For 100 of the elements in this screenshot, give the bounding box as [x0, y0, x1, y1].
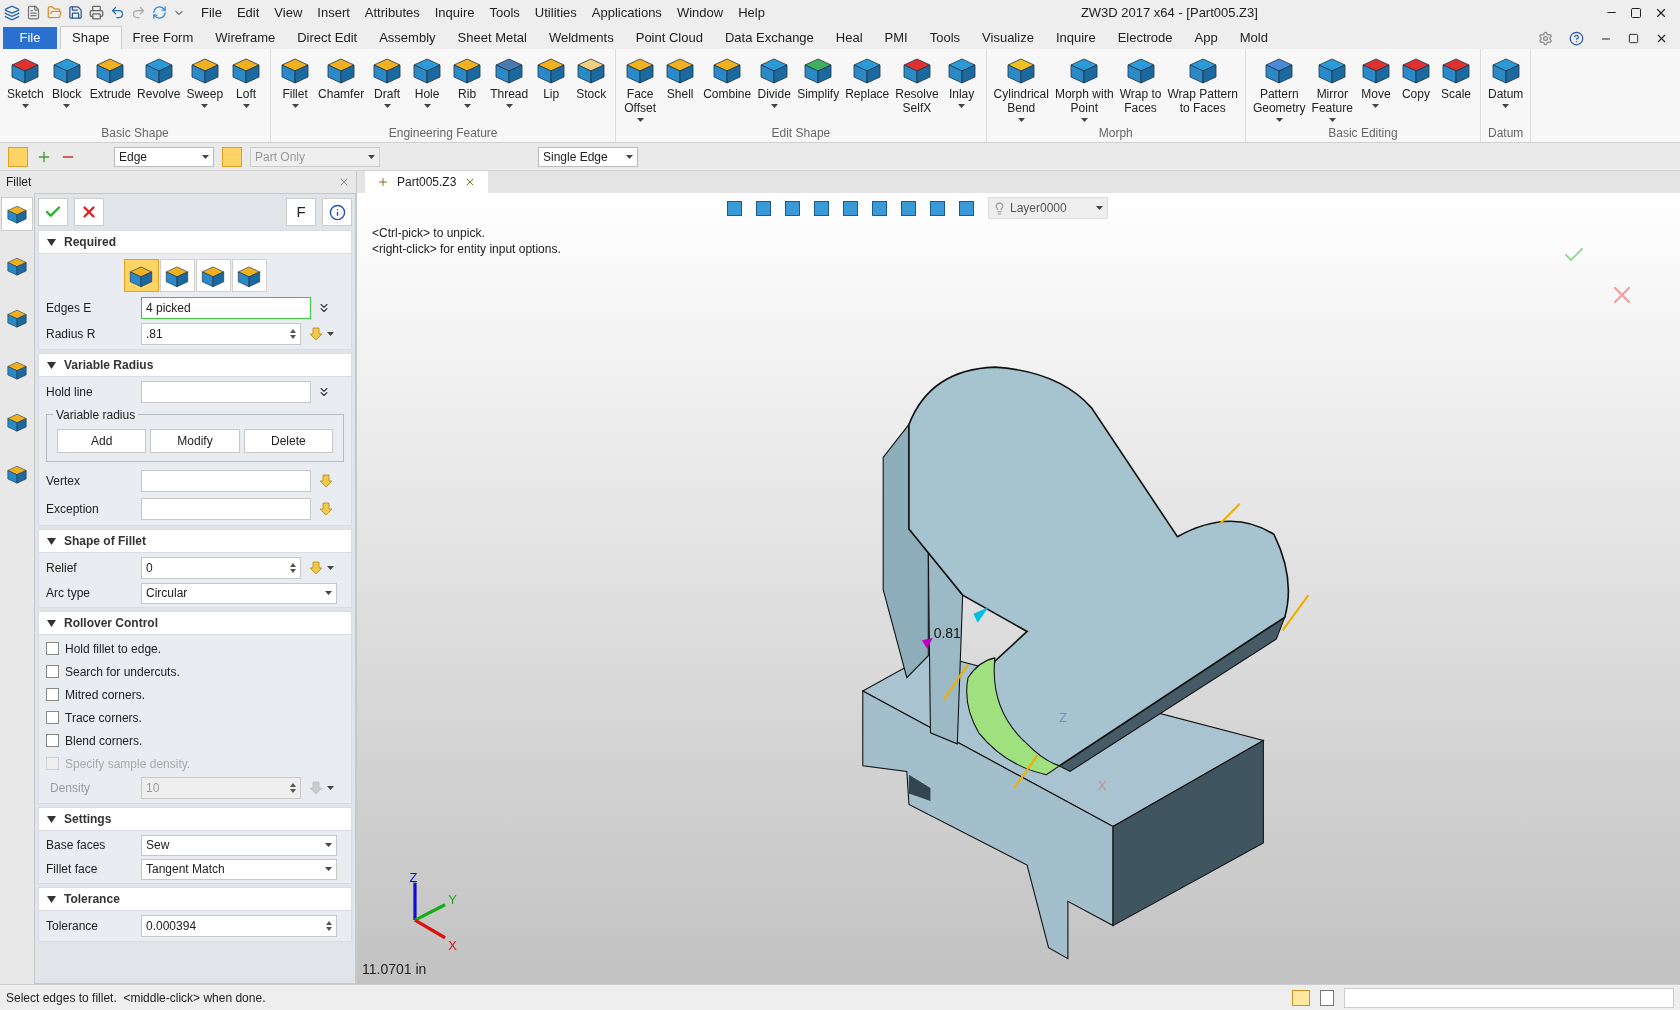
- spinner-arrows-icon[interactable]: [290, 562, 296, 574]
- document-tab[interactable]: Part005.Z3: [365, 171, 489, 193]
- ribbon-tab[interactable]: PMI: [873, 26, 919, 49]
- mode-button[interactable]: F: [286, 198, 316, 226]
- command-field[interactable]: [1344, 987, 1674, 1008]
- ribbon-tab[interactable]: Weldments: [537, 26, 625, 49]
- menu-item[interactable]: Help: [738, 2, 765, 23]
- ribbon-tab[interactable]: Shape: [60, 26, 122, 49]
- expand-icon[interactable]: [317, 385, 331, 399]
- close-icon[interactable]: [1655, 32, 1668, 45]
- checkbox[interactable]: [46, 665, 59, 678]
- restore-icon[interactable]: [1628, 33, 1639, 44]
- settings-icon[interactable]: [1538, 31, 1553, 46]
- ribbon-tool-button[interactable]: Cylindrical Bend: [990, 53, 1052, 123]
- ribbon-tool-button[interactable]: Face Offset: [620, 53, 661, 123]
- spinner-arrows-icon[interactable]: [290, 328, 296, 340]
- ok-button[interactable]: [38, 198, 68, 226]
- ribbon-tool-button[interactable]: Lip: [531, 53, 572, 123]
- text-field[interactable]: [141, 498, 311, 520]
- layer-dropdown[interactable]: Layer0000: [988, 197, 1108, 219]
- menu-item[interactable]: Window: [676, 2, 724, 23]
- text-field[interactable]: [141, 470, 311, 492]
- checkbox[interactable]: [46, 711, 59, 724]
- panel-button[interactable]: Delete: [243, 429, 333, 453]
- ribbon-tab[interactable]: Visualize: [971, 26, 1045, 49]
- menu-item[interactable]: Utilities: [534, 2, 577, 23]
- ribbon-tool-button[interactable]: Inlay: [941, 53, 982, 123]
- section-header[interactable]: Settings: [38, 807, 352, 831]
- ribbon-tool-button[interactable]: Revolve: [134, 53, 184, 123]
- ribbon-tool-button[interactable]: Draft: [367, 53, 408, 123]
- ribbon-tool-button[interactable]: Mirror Feature: [1308, 53, 1356, 123]
- ribbon-tool-button[interactable]: Replace: [842, 53, 893, 123]
- ribbon-tab[interactable]: Data Exchange: [713, 26, 825, 49]
- ribbon-tab[interactable]: Sheet Metal: [446, 26, 538, 49]
- checkbox[interactable]: [46, 642, 59, 655]
- checkbox[interactable]: [46, 734, 59, 747]
- ribbon-tool-button[interactable]: Loft: [226, 53, 267, 123]
- fillet-type-button[interactable]: [231, 259, 267, 292]
- app-logo-icon[interactable]: [4, 4, 20, 21]
- ribbon-tool-button[interactable]: Shell: [660, 53, 701, 123]
- ribbon-tool-button[interactable]: Scale: [1435, 53, 1476, 123]
- regenerate-icon[interactable]: [152, 5, 167, 20]
- checkbox[interactable]: [46, 688, 59, 701]
- help-icon[interactable]: [1569, 31, 1584, 46]
- ribbon-tool-button[interactable]: Hole: [407, 53, 448, 123]
- file-menu-button[interactable]: File: [3, 27, 57, 49]
- save-icon[interactable]: [68, 5, 83, 20]
- ribbon-tool-button[interactable]: Wrap Pattern to Faces: [1164, 53, 1241, 123]
- fillet-type-button[interactable]: [195, 259, 231, 292]
- panel-button[interactable]: Modify: [150, 429, 240, 453]
- ribbon-tool-button[interactable]: Simplify: [794, 53, 843, 123]
- menu-item[interactable]: File: [201, 2, 222, 23]
- ribbon-tab[interactable]: Tools: [918, 26, 972, 49]
- section-header[interactable]: Shape of Fillet: [38, 529, 352, 553]
- ribbon-tool-button[interactable]: Morph with Point: [1051, 53, 1117, 123]
- fillet-type-button[interactable]: [159, 259, 195, 292]
- menu-item[interactable]: Insert: [317, 2, 350, 23]
- dropdown-field[interactable]: Sew: [141, 834, 337, 856]
- ribbon-tool-button[interactable]: Wrap to Faces: [1116, 53, 1165, 123]
- dropdown-field[interactable]: Circular: [141, 582, 337, 604]
- ribbon-tab[interactable]: Wireframe: [204, 26, 287, 49]
- spin-field[interactable]: 0: [141, 557, 301, 579]
- expand-icon[interactable]: [317, 301, 331, 315]
- restore-icon[interactable]: [1630, 6, 1642, 19]
- ribbon-tool-button[interactable]: Stock: [571, 53, 612, 123]
- ribbon-tool-button[interactable]: Rib: [447, 53, 488, 123]
- info-button[interactable]: [322, 198, 352, 226]
- ribbon-tab[interactable]: Point Cloud: [624, 26, 714, 49]
- text-field[interactable]: 4 picked: [141, 297, 311, 319]
- ribbon-tool-button[interactable]: Datum: [1484, 53, 1527, 123]
- section-header[interactable]: Tolerance: [38, 887, 352, 911]
- ribbon-tool-button[interactable]: Combine: [700, 53, 755, 123]
- section-header[interactable]: Required: [38, 230, 352, 254]
- ribbon-tab[interactable]: Assembly: [368, 26, 447, 49]
- ribbon-tab[interactable]: Direct Edit: [286, 26, 369, 49]
- menu-item[interactable]: Edit: [236, 2, 260, 23]
- ribbon-tool-button[interactable]: Fillet: [275, 53, 316, 123]
- ribbon-tab[interactable]: Heal: [824, 26, 874, 49]
- menu-item[interactable]: Inquire: [434, 2, 475, 23]
- text-field[interactable]: [141, 381, 311, 403]
- section-header[interactable]: Rollover Control: [38, 611, 352, 635]
- ribbon-tool-button[interactable]: Block: [46, 53, 87, 123]
- ribbon-tool-button[interactable]: Move: [1355, 53, 1396, 123]
- cancel-button[interactable]: [74, 198, 104, 226]
- menu-item[interactable]: Tools: [489, 2, 520, 23]
- ribbon-tool-button[interactable]: Extrude: [86, 53, 135, 123]
- ribbon-tab[interactable]: App: [1183, 26, 1229, 49]
- pick-mode-dropdown[interactable]: Single Edge: [538, 146, 638, 167]
- ribbon-tab[interactable]: Electrode: [1106, 26, 1184, 49]
- ribbon-tool-button[interactable]: Divide: [754, 53, 795, 123]
- ribbon-tab[interactable]: Inquire: [1044, 26, 1107, 49]
- menu-item[interactable]: View: [274, 2, 303, 23]
- dropdown-field[interactable]: Tangent Match: [141, 858, 337, 880]
- ribbon-tool-button[interactable]: Chamfer: [315, 53, 368, 123]
- menu-item[interactable]: Applications: [591, 2, 662, 23]
- filter-dropdown[interactable]: Edge: [114, 146, 214, 167]
- spin-field[interactable]: 0.000394: [141, 915, 337, 937]
- ribbon-tool-button[interactable]: Sweep: [183, 53, 227, 123]
- ribbon-tool-button[interactable]: Thread: [487, 53, 532, 123]
- spin-field[interactable]: .81: [141, 323, 301, 345]
